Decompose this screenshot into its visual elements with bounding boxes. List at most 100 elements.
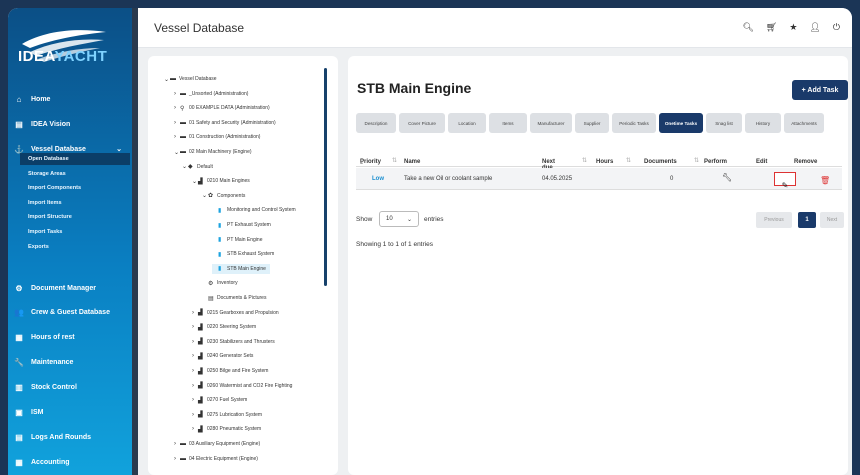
sidebar-subitem-import-components[interactable]: Import Components [20,182,130,194]
tree-node[interactable]: ▮ STB Exhaust System [212,249,274,259]
sidebar-item-accounting[interactable]: ▦ Accounting [8,453,132,471]
sidebar-item-label: Crew & Guest Database [31,308,110,316]
tree-node[interactable]: › ▟ 0215 Gearboxes and Propulsion [192,308,279,318]
tree-node-label: STB Main Engine [227,265,266,272]
tree-node[interactable]: ▮ PT Main Engine [212,235,262,245]
tree-node[interactable]: ▮ STB Main Engine [212,263,270,274]
tree-node[interactable]: ⌄ ◆ Default [182,162,213,172]
page-size-select[interactable]: 10 ⌄ [379,211,419,227]
sidebar-subitem-storage-areas[interactable]: Storage Areas [20,168,130,180]
sidebar-item-photo-documentation[interactable]: Photo Documentation [8,470,132,475]
tab-attachments[interactable]: Attachments [784,113,824,133]
sidebar-item-label: Document Manager [31,284,96,292]
tree-node[interactable]: ⌄ ▬ Vessel Database [164,74,217,84]
node-icon: ▮ [218,251,222,258]
tree-node[interactable]: › ▬ 03 Auxiliary Equipment (Engine) [174,439,260,449]
tree-node-label: Vessel Database [179,76,217,82]
show-label: Show [356,216,373,223]
tree-node[interactable]: ▤ Documents & Pictures [202,293,266,303]
tree-node[interactable]: › ▟ 0280 Pneumatic System [192,424,261,434]
cart-icon[interactable]: 🛒︎ [766,22,777,33]
power-icon[interactable]: ⏻ [833,22,840,33]
tree-node[interactable]: › ▬ 04 Electric Equipment (Engine) [174,454,258,464]
edit-task-button[interactable]: ✎ [774,172,796,190]
tree-node-label: 0230 Stabilizers and Thrusters [207,338,275,345]
user-icon[interactable]: 👤︎ [809,22,820,33]
tab-location[interactable]: Location [448,113,486,133]
tab-snag-list[interactable]: Snag list [706,113,742,133]
node-icon: ▬ [180,119,186,126]
sidebar-item-crew-guest-database[interactable]: 👥 Crew & Guest Database [8,303,132,321]
node-icon: ▟ [198,324,203,331]
app-frame: IDEAYACHT ⌂ Home ▤ IDEA Vision ⚓ Vessel Datab… [8,8,852,475]
sidebar-item-idea-vision[interactable]: ▤ IDEA Vision [8,115,132,133]
node-icon: ▮ [218,266,222,273]
tree-scrollbar[interactable] [324,68,327,286]
tree-node[interactable]: ⌄ ▬ 02 Main Machinery (Engine) [174,147,252,157]
sidebar-item-document-manager[interactable]: ⚙ Document Manager [8,279,132,297]
priority-cell: Low [372,176,384,182]
sidebar-item-ism[interactable]: ▣ ISM [8,403,132,421]
tree-node[interactable]: › ▟ 0230 Stabilizers and Thrusters [192,337,275,347]
tree-node-label: Components [217,192,246,199]
tree-node[interactable]: › ▟ 0275 Lubrication System [192,410,262,420]
tree-node[interactable]: › ▬ 01 Safety and Security (Administration… [174,118,276,128]
node-icon: ▟ [198,368,203,375]
tree-node[interactable]: › ▟ 0270 Fuel System [192,395,247,405]
tree-node[interactable]: › ▟ 0240 Generator Sets [192,351,253,361]
sidebar-item-home[interactable]: ⌂ Home [8,90,132,108]
tree-node[interactable]: ⌄ ▟ 0210 Main Engines [192,176,250,186]
wrench-icon[interactable]: 🔧︎ [722,173,732,182]
tab-manufacturer[interactable]: Manufacturer [530,113,572,133]
tree-node[interactable]: ▮ PT Exhaust System [212,220,271,230]
trash-icon[interactable]: 🗑︎ [820,176,830,185]
sidebar-item-maintenance[interactable]: 🔧 Maintenance [8,353,132,371]
tree-node-label: Monitoring and Control System [227,207,296,214]
pagination-previous[interactable]: Previous [756,212,792,228]
monitor-icon: ▤ [15,119,23,129]
tab-items[interactable]: Items [489,113,527,133]
ism-icon: ▣ [15,407,23,417]
tree-node-label: 01 Construction (Administration) [189,134,261,141]
tree-node[interactable]: ⚙ Inventory [202,278,238,288]
sidebar-subitem-import-tasks[interactable]: Import Tasks [20,226,130,238]
sidebar-scrollbar[interactable] [132,8,138,475]
tree-node[interactable]: › ▬ 01 Construction (Administration) [174,132,260,142]
tab-supplier[interactable]: Supplier [575,113,609,133]
tree-node[interactable]: ⌄ ✿ Components [202,191,245,201]
add-task-button[interactable]: + Add Task [792,80,848,100]
tree-node[interactable]: › ⚲ 00 EXAMPLE DATA (Administration) [174,103,270,113]
pagination-page-1[interactable]: 1 [798,212,816,228]
star-icon[interactable]: ★ [789,22,797,33]
node-icon: ▮ [218,237,222,244]
node-icon: ▬ [180,149,186,155]
tree-node[interactable]: › ▟ 0250 Bilge and Fire System [192,366,268,376]
sidebar-subitem-import-items[interactable]: Import Items [20,197,130,209]
pencil-icon: ✎ [781,181,789,190]
tab-history[interactable]: History [745,113,781,133]
tree-node-label: Documents & Pictures [217,295,267,301]
tab-description[interactable]: Description [356,113,396,133]
node-icon: ▟ [198,383,203,390]
tree-node-label: 0280 Pneumatic System [207,426,262,433]
tree-node[interactable]: › ▟ 0220 Steering System [192,322,256,332]
sidebar-subitem-exports[interactable]: Exports [20,241,130,253]
tab-periodic-tasks[interactable]: Periodic Tasks [612,113,656,133]
tab-onetime-tasks[interactable]: Onetime Tasks [659,113,703,133]
sidebar-item-stock-control[interactable]: ▥ Stock Control [8,378,132,396]
tree-node[interactable]: ▮ Monitoring and Control System [212,205,296,215]
tab-cover-picture[interactable]: Cover Picture [399,113,445,133]
pagination-next[interactable]: Next [820,212,844,228]
tree-node[interactable]: › ▬ _Unsorted (Administration) [174,89,248,99]
brand-name: IDEAYACHT [18,48,107,65]
sidebar-subitem-import-structure[interactable]: Import Structure [20,211,130,223]
table-row[interactable]: Low Take a new Oil or coolant sample 04.… [356,168,842,190]
entries-label: entries [424,216,444,223]
sidebar-item-logs-and-rounds[interactable]: ▤ Logs And Rounds [8,428,132,446]
sidebar-item-label: Logs And Rounds [31,433,92,441]
sidebar-item-hours-of-rest[interactable]: ▦ Hours of rest [8,328,132,346]
tree-node[interactable]: › ▟ 0260 Watermist and CO2 Fire Fighting [192,381,292,391]
sidebar-subitem-open-database[interactable]: Open Database [20,153,130,165]
search-icon[interactable]: 🔍︎ [742,22,753,33]
wrench-icon: 🔧 [14,357,24,367]
